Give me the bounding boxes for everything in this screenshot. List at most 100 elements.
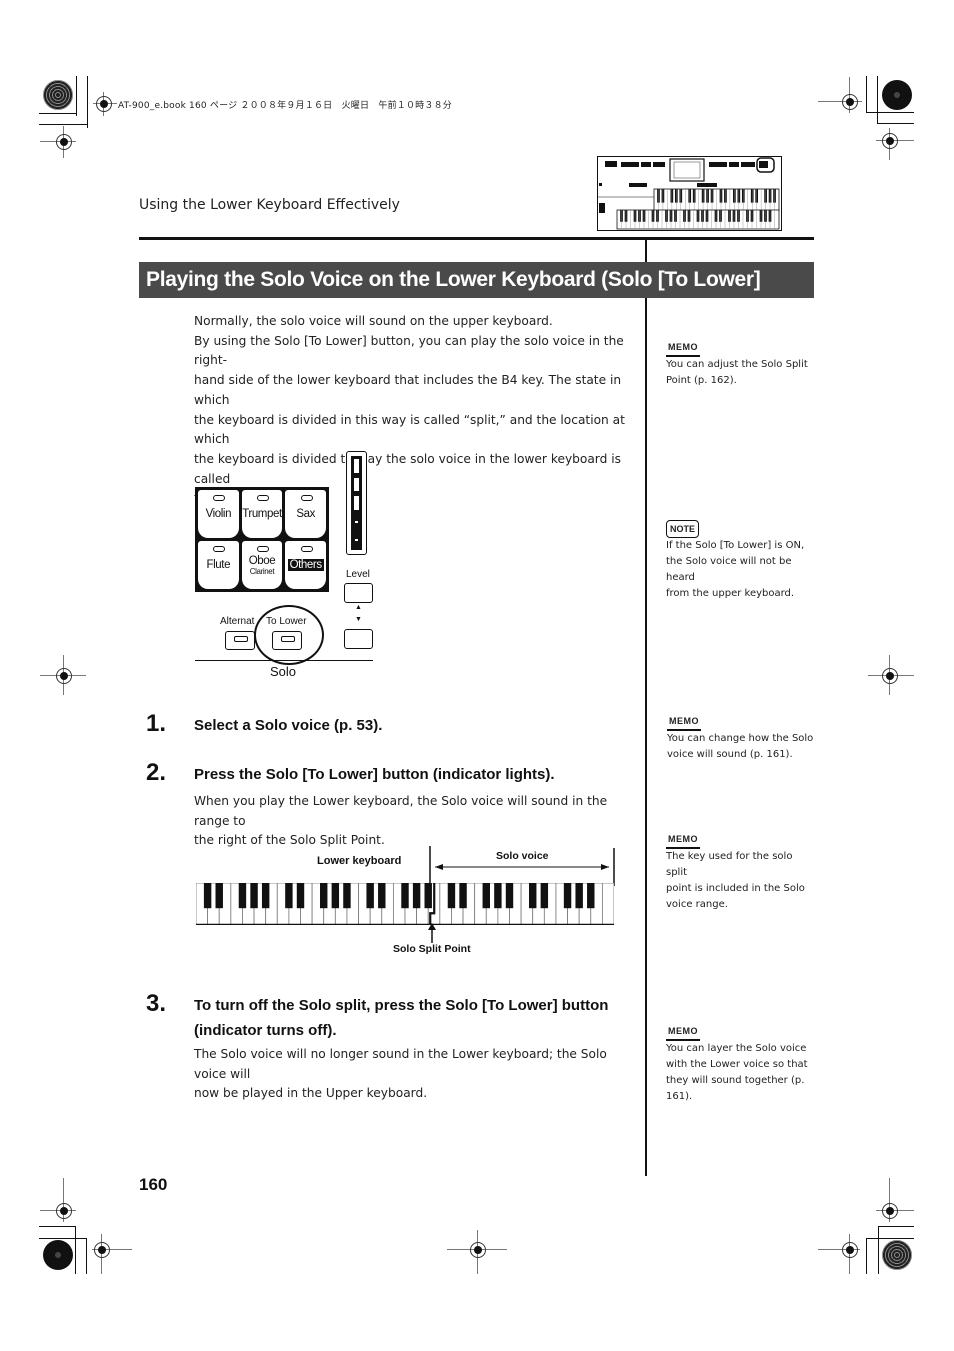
voice-label: Oboe: [248, 554, 276, 567]
down-arrow-icon: ▼: [355, 616, 362, 623]
side-note-memo: MEMO You can layer the Solo voice with t…: [666, 1023, 816, 1105]
solo-voice-range-arrow: [429, 846, 615, 886]
black-key: [215, 883, 223, 909]
side-note-line: You can adjust the Solo Split: [666, 359, 808, 370]
black-key: [587, 883, 595, 909]
indicator-led: [213, 546, 226, 552]
step-heading: To turn off the Solo split, press the So…: [194, 993, 608, 1043]
side-note-line: Point (p. 162).: [666, 375, 737, 386]
intro-line: the keyboard is divided to play the solo…: [194, 451, 621, 486]
column-divider: [645, 298, 647, 1176]
step-body: When you play the Lower keyboard, the So…: [194, 792, 634, 851]
black-key: [575, 883, 583, 909]
black-key: [366, 883, 374, 909]
black-key: [203, 883, 212, 909]
voice-button-flute[interactable]: Flute: [198, 541, 239, 589]
white-key: [601, 883, 614, 925]
intro-line: Normally, the solo voice will sound on t…: [194, 314, 553, 328]
registration-target-icon: [43, 1240, 73, 1270]
voice-button-others[interactable]: Others: [285, 541, 326, 589]
alternate-label: Alternat: [220, 616, 255, 627]
side-note-memo: MEMO You can adjust the Solo Split Point…: [666, 339, 816, 389]
voice-label: Others: [287, 559, 324, 571]
step-heading: Press the Solo [To Lower] button (indica…: [194, 766, 555, 783]
indicator-led: [256, 495, 269, 501]
panel-divider: [195, 660, 373, 661]
voice-button-violin[interactable]: Violin: [198, 490, 239, 538]
registration-crosshair-icon: [56, 134, 72, 150]
black-key: [459, 883, 467, 909]
voice-label: Sax: [296, 508, 315, 520]
intro-paragraph: Normally, the solo voice will sound on t…: [194, 312, 629, 509]
memo-icon: MEMO: [666, 831, 700, 849]
split-point-label: Solo Split Point: [393, 943, 471, 955]
step-body-line: The Solo voice will no longer sound in t…: [194, 1047, 607, 1081]
step-body: The Solo voice will no longer sound in t…: [194, 1045, 634, 1104]
black-key: [540, 883, 549, 909]
indicator-led: [256, 546, 269, 552]
split-point-arrow-icon: [428, 923, 436, 943]
registration-crosshair-icon: [470, 1242, 486, 1258]
level-segment: [353, 513, 360, 530]
registration-crosshair-icon: [882, 133, 898, 149]
side-note-memo: MEMO You can change how the Solo voice w…: [667, 713, 817, 763]
voice-button-oboe[interactable]: Oboe Clarinet: [241, 541, 283, 589]
step-heading-line: (indicator turns off).: [194, 1022, 337, 1039]
intro-line: hand side of the lower keyboard that inc…: [194, 373, 622, 407]
side-note-line: voice range.: [666, 899, 728, 910]
memo-icon: MEMO: [666, 1023, 700, 1041]
organ-panel-thumbnail-icon: [597, 156, 782, 231]
crop-line: [39, 113, 77, 114]
registration-crosshair-icon: [96, 96, 112, 112]
indicator-led: [213, 495, 226, 501]
solo-section-label: Solo: [270, 664, 297, 679]
registration-crosshair-icon: [56, 668, 72, 684]
side-note-line: voice will sound (p. 161).: [667, 749, 793, 760]
registration-crosshair-icon: [882, 668, 898, 684]
intro-line: the keyboard is divided in this way is c…: [194, 412, 625, 447]
registration-target-icon: [882, 1240, 912, 1270]
registration-crosshair-icon: [842, 1242, 858, 1258]
memo-icon: MEMO: [666, 339, 700, 357]
voice-label: Violin: [205, 508, 232, 520]
header-rule: [139, 237, 814, 240]
note-icon: NOTE: [666, 520, 700, 538]
level-up-button[interactable]: [344, 583, 373, 603]
side-note-line: with the Lower voice so that: [666, 1059, 808, 1070]
highlight-circle: [254, 605, 324, 665]
side-note-note: NOTE If the Solo [To Lower] is ON, the S…: [666, 520, 816, 602]
black-key: [482, 883, 490, 909]
crop-line: [39, 124, 88, 125]
black-key: [529, 883, 537, 909]
black-key: [505, 883, 514, 909]
side-note-line: 161).: [666, 1091, 693, 1102]
level-label: Level: [346, 569, 370, 580]
registration-crosshair-icon: [882, 1203, 898, 1219]
black-key: [424, 883, 432, 909]
side-note-line: the Solo voice will not be heard: [666, 556, 792, 583]
black-key: [447, 883, 456, 909]
voice-label: Trumpet: [242, 508, 282, 520]
intro-line: By using the Solo [To Lower] button, you…: [194, 333, 624, 368]
voice-button-sax[interactable]: Sax: [285, 490, 326, 538]
crop-line: [76, 76, 77, 116]
column-divider: [645, 240, 647, 262]
registration-target-icon: [43, 80, 73, 110]
black-key: [412, 883, 421, 909]
step-heading: Select a Solo voice (p. 53).: [194, 717, 383, 734]
black-key: [296, 883, 305, 909]
step-heading-line: To turn off the Solo split, press the So…: [194, 997, 609, 1014]
black-key: [238, 883, 247, 909]
black-key: [250, 883, 258, 909]
level-down-button[interactable]: [344, 629, 373, 649]
step-number: 2.: [146, 759, 167, 786]
indicator-led: [234, 636, 248, 642]
side-note-line: You can layer the Solo voice: [666, 1043, 807, 1054]
step-number: 1.: [146, 710, 167, 737]
black-key: [401, 883, 409, 909]
black-key: [563, 883, 572, 909]
voice-button-trumpet[interactable]: Trumpet: [241, 490, 283, 538]
black-key: [285, 883, 293, 909]
voice-sublabel: Clarinet: [249, 566, 275, 576]
alternate-button[interactable]: [225, 631, 255, 650]
